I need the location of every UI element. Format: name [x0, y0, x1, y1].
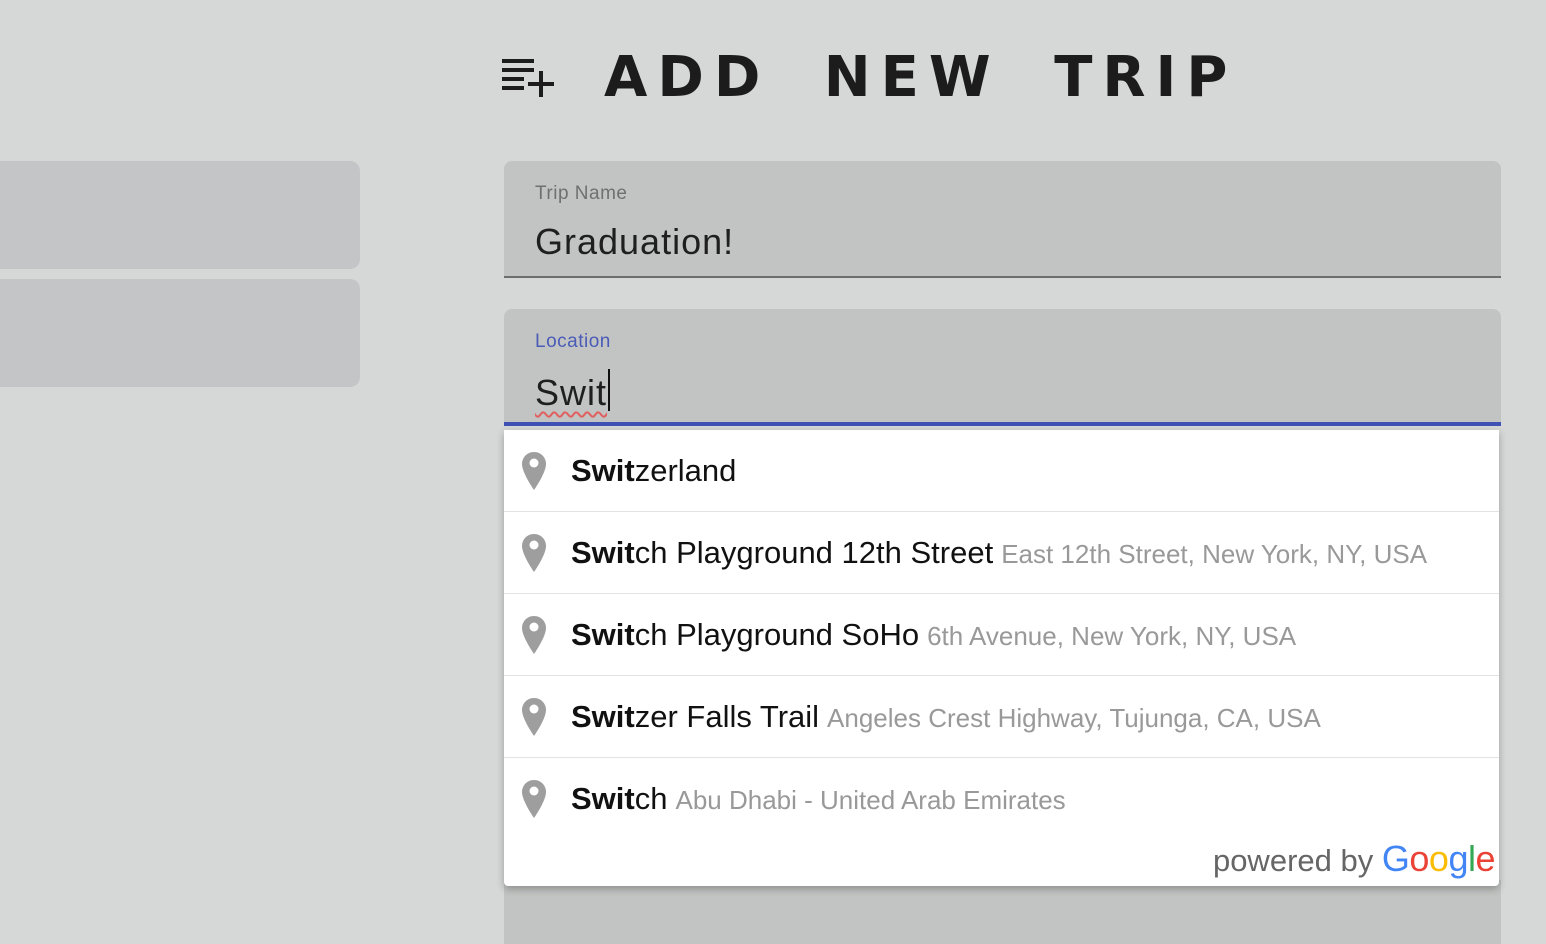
text-caret [608, 369, 611, 411]
suggestion-text: Switch Playground SoHo 6th Avenue, New Yo… [571, 617, 1296, 653]
trip-name-field[interactable]: Trip Name Graduation! [504, 161, 1501, 278]
suggestion-rest: ch Playground 12th Street [634, 534, 994, 570]
map-pin-icon [522, 779, 546, 818]
playlist-add-icon [502, 59, 554, 97]
page-header: ADD NEW TRIP [500, 42, 1237, 112]
side-trip-card[interactable] [0, 279, 360, 387]
suggestion-text: Switch Playground 12th Street East 12th S… [571, 535, 1427, 571]
trip-name-input[interactable]: Graduation! [535, 221, 734, 263]
suggestion-rest: zer Falls Trail [634, 698, 820, 734]
suggestion-rest: ch [634, 780, 668, 816]
suggestion-secondary: 6th Avenue, New York, NY, USA [927, 620, 1297, 651]
suggestion-match: Swit [571, 698, 635, 734]
suggestion-item[interactable]: Switch Abu Dhabi - United Arab Emirates [504, 758, 1499, 839]
map-pin-icon [522, 451, 546, 490]
suggestion-secondary: Angeles Crest Highway, Tujunga, CA, USA [827, 702, 1321, 733]
attribution-prefix: powered by [1212, 843, 1374, 878]
suggestion-match: Swit [571, 616, 635, 652]
map-pin-icon [522, 697, 546, 736]
suggestion-match: Swit [571, 780, 635, 816]
suggestion-match: Swit [571, 452, 635, 488]
suggestion-text: Switch Abu Dhabi - United Arab Emirates [571, 781, 1066, 817]
location-input[interactable]: Swit [535, 369, 611, 414]
suggestion-secondary: East 12th Street, New York, NY, USA [1001, 538, 1428, 569]
side-trip-card[interactable] [0, 161, 360, 269]
suggestion-item[interactable]: Switch Playground 12th Street East 12th S… [504, 512, 1499, 594]
form-area-below [504, 880, 1501, 944]
map-pin-icon [522, 615, 546, 654]
location-autocomplete-dropdown: Switzerland Switch Playground 12th Stree… [504, 430, 1499, 886]
location-label: Location [535, 331, 611, 352]
suggestion-item[interactable]: Switzerland [504, 430, 1499, 512]
page-title: ADD NEW TRIP [604, 44, 1238, 110]
suggestion-text: Switzerland [571, 453, 744, 489]
suggestion-text: Switzer Falls Trail Angeles Crest Highway… [571, 699, 1321, 735]
google-logo: Google [1381, 838, 1496, 879]
google-attribution: powered by Google [1212, 838, 1496, 880]
map-pin-icon [522, 533, 546, 572]
suggestion-rest: zerland [634, 452, 737, 488]
add-trip-page: ADD NEW TRIP Trip Name Graduation! Locat… [0, 0, 1546, 944]
location-input-text[interactable]: Swit [535, 372, 607, 413]
suggestion-secondary: Abu Dhabi - United Arab Emirates [675, 784, 1066, 815]
location-field[interactable]: Location Swit [504, 309, 1501, 426]
suggestion-item[interactable]: Switzer Falls Trail Angeles Crest Highway… [504, 676, 1499, 758]
suggestion-match: Swit [571, 534, 635, 570]
suggestion-rest: ch Playground SoHo [634, 616, 920, 652]
trip-name-label: Trip Name [535, 183, 628, 204]
suggestion-item[interactable]: Switch Playground SoHo 6th Avenue, New Yo… [504, 594, 1499, 676]
